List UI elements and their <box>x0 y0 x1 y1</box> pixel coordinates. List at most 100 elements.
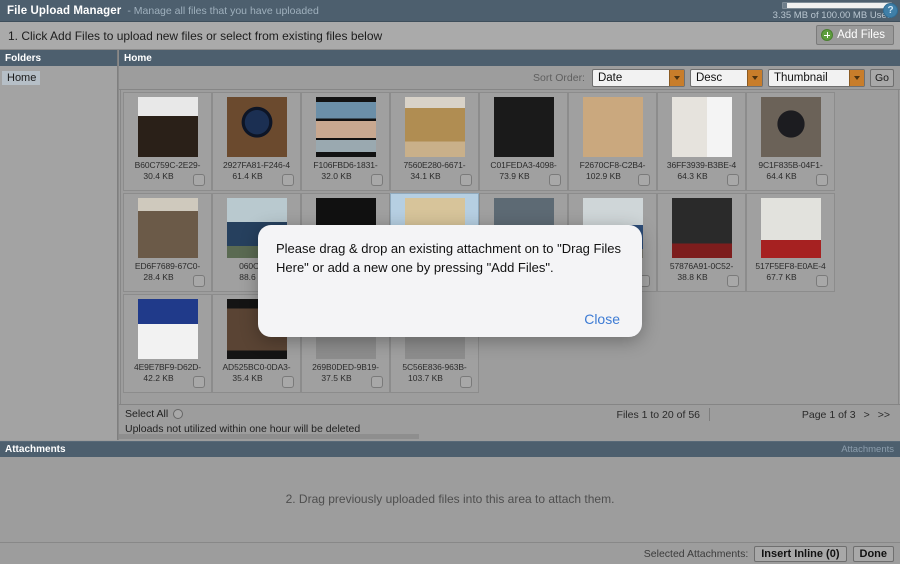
file-tile[interactable]: C01FEDA3-4098- 73.9 KB <box>479 92 568 191</box>
file-select-checkbox[interactable] <box>371 174 383 186</box>
file-name: F106FBD6-1831- <box>313 160 378 170</box>
file-tile[interactable]: ED6F7689-67C0- 28.4 KB <box>123 193 212 292</box>
file-select-checkbox[interactable] <box>460 376 472 388</box>
file-name: 7560E280-6671- <box>403 160 466 170</box>
chevron-down-icon <box>848 69 864 86</box>
insert-inline-button[interactable]: Insert Inline (0) <box>754 545 847 562</box>
file-thumbnail-person-with-revolver <box>137 198 198 258</box>
file-tile[interactable]: AD525BC0-0DA3- 35.4 KB <box>212 294 301 393</box>
sort-field-select[interactable]: Date <box>591 68 685 87</box>
app-subtitle: - Manage all files that you have uploade… <box>127 4 319 17</box>
file-select-checkbox[interactable] <box>816 174 828 186</box>
file-select-checkbox[interactable] <box>371 275 383 287</box>
file-tile[interactable]: 517F5EF8-E0AE-4 67.7 KB <box>746 193 835 292</box>
file-thumbnail-merry-christmas-poster <box>493 97 554 157</box>
last-page-link[interactable]: >> <box>878 409 890 421</box>
file-name: B60C759C-2E29- <box>134 160 201 170</box>
file-name: 4E9E7BF9-D62D- <box>133 362 202 372</box>
main-split-area: Folders Home Home Sort Order: Date Desc … <box>0 50 900 440</box>
file-name: 5C56E836-963B- <box>402 362 467 372</box>
file-select-checkbox[interactable] <box>371 376 383 388</box>
file-select-checkbox[interactable] <box>193 174 205 186</box>
file-tile[interactable]: 9C1F835B-04F1- 64.4 KB <box>746 92 835 191</box>
file-tile[interactable]: 36FF3939-B3BE-4 64.3 KB <box>657 92 746 191</box>
file-select-checkbox[interactable] <box>816 275 828 287</box>
folder-item-home[interactable]: Home <box>2 71 41 85</box>
file-tile[interactable]: 7560E280-6671- 34.1 KB <box>390 92 479 191</box>
file-name: 060C81B <box>239 261 274 271</box>
file-select-checkbox[interactable] <box>460 174 472 186</box>
app-title: File Upload Manager <box>7 4 122 17</box>
chevron-down-icon <box>746 69 762 86</box>
file-tile[interactable] <box>479 193 568 292</box>
file-thumbnail-revolver-on-blue <box>404 198 465 258</box>
file-select-checkbox[interactable] <box>282 174 294 186</box>
chevron-down-icon <box>668 69 684 86</box>
quota-text: 3.35 MB of 100.00 MB Used <box>772 9 892 21</box>
file-select-checkbox[interactable] <box>193 376 205 388</box>
file-tile[interactable]: 060C81B 88.6 <box>212 193 301 292</box>
next-page-link[interactable]: > <box>864 409 870 421</box>
file-name: 517F5EF8-E0AE-4 <box>755 261 826 271</box>
file-thumbnail-chronograph-watch <box>760 97 821 157</box>
file-thumbnail-blue-dial-watch <box>226 97 287 157</box>
file-select-checkbox[interactable] <box>638 275 650 287</box>
file-grid: B60C759C-2E29- 30.4 KB 2927FA81-F246-4 61.4… <box>121 90 898 393</box>
file-tile[interactable]: 5C56E836-963B- 103.7 KB <box>390 294 479 393</box>
file-thumbnail-placeholder-grey <box>315 299 376 359</box>
file-select-checkbox[interactable] <box>460 275 472 287</box>
sort-direction-select[interactable]: Desc <box>689 68 763 87</box>
file-select-checkbox[interactable] <box>549 275 561 287</box>
selected-attachments-label: Selected Attachments: <box>643 547 749 560</box>
file-select-checkbox[interactable] <box>282 275 294 287</box>
horizontal-scrollbar[interactable] <box>119 434 419 439</box>
file-tile[interactable] <box>301 193 390 292</box>
file-select-checkbox[interactable] <box>727 275 739 287</box>
file-tile[interactable]: F2670CF8-C2B4- 102.9 KB <box>568 92 657 191</box>
file-thumbnail-handgun-photo <box>582 97 643 157</box>
file-name: 2927FA81-F246-4 <box>222 160 291 170</box>
sort-toolbar: Sort Order: Date Desc Thumbnail Go <box>119 66 900 90</box>
storage-quota: 3.35 MB of 100.00 MB Used <box>773 0 892 22</box>
file-tile[interactable]: B60C759C-2E29- 30.4 KB <box>123 92 212 191</box>
file-tile[interactable]: 269B0DED-9B19- 37.5 KB <box>301 294 390 393</box>
folders-list: Home <box>0 66 117 440</box>
file-select-checkbox[interactable] <box>549 174 561 186</box>
file-name: 269B0DED-9B19- <box>312 362 379 372</box>
attachments-dropzone[interactable]: 2. Drag previously uploaded files into t… <box>0 457 900 541</box>
file-tile[interactable]: 57876A91-0C52- 38.8 KB <box>657 193 746 292</box>
page-label: Page 1 of 3 <box>801 409 856 421</box>
select-all-label: Select All <box>125 408 169 420</box>
files-panel-header: Home <box>119 50 900 66</box>
file-range-text: Files 1 to 20 of 56 <box>616 409 700 421</box>
step-one-instruction: 1. Click Add Files to upload new files o… <box>8 28 383 43</box>
file-select-checkbox[interactable] <box>638 174 650 186</box>
attachments-header-left: Attachments <box>5 444 66 455</box>
file-tile[interactable]: 4E9E7BF9-D62D- 42.2 KB <box>123 294 212 393</box>
file-select-checkbox[interactable] <box>193 275 205 287</box>
help-icon[interactable]: ? <box>883 3 898 18</box>
quota-progress-bar <box>782 1 892 9</box>
go-button[interactable]: Go <box>869 68 894 87</box>
file-tile[interactable] <box>568 193 657 292</box>
file-tile[interactable]: 2927FA81-F246-4 61.4 KB <box>212 92 301 191</box>
footer-divider <box>709 408 710 421</box>
file-thumbnail-black-text-meme <box>315 198 376 258</box>
file-grid-scroll-area[interactable]: B60C759C-2E29- 30.4 KB 2927FA81-F246-4 61.4… <box>120 90 899 404</box>
file-tile[interactable] <box>390 193 479 292</box>
done-button[interactable]: Done <box>852 545 894 562</box>
file-thumbnail-any-functioning-adult-2020 <box>137 299 198 359</box>
files-panel: Home Sort Order: Date Desc Thumbnail Go <box>118 50 900 440</box>
file-thumbnail-video-call-grid <box>315 97 376 157</box>
file-select-checkbox[interactable] <box>727 174 739 186</box>
view-mode-value: Thumbnail <box>773 71 828 84</box>
file-tile[interactable]: F106FBD6-1831- 32.0 KB <box>301 92 390 191</box>
file-select-checkbox[interactable] <box>282 376 294 388</box>
select-all-radio-icon[interactable] <box>173 409 184 419</box>
add-files-button[interactable]: Add Files <box>816 25 894 45</box>
title-bar: File Upload Manager - Manage all files t… <box>0 0 900 22</box>
view-mode-select[interactable]: Thumbnail <box>767 68 865 87</box>
select-all-control[interactable]: Select All <box>125 408 184 420</box>
dropzone-instruction: 2. Drag previously uploaded files into t… <box>285 492 615 506</box>
folders-header: Folders <box>0 50 117 66</box>
